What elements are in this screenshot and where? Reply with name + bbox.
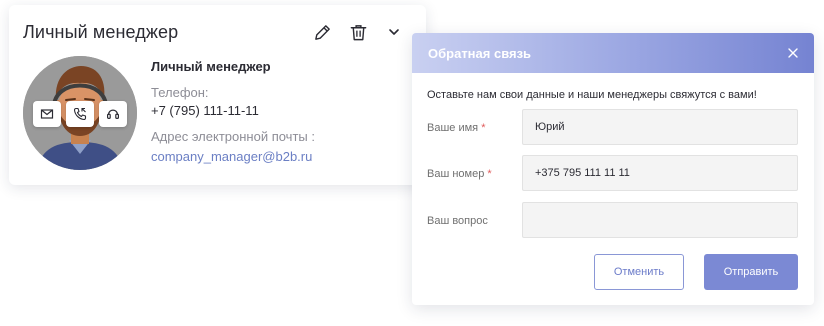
collapse-button[interactable] bbox=[383, 21, 405, 43]
question-input[interactable] bbox=[522, 202, 798, 238]
manager-card-title: Личный менеджер bbox=[23, 22, 179, 42]
name-label-text: Ваше имя bbox=[427, 122, 479, 134]
delete-button[interactable] bbox=[347, 21, 369, 43]
close-icon bbox=[788, 48, 798, 58]
submit-button[interactable]: Отправить bbox=[704, 254, 798, 290]
question-field-label: Ваш вопрос bbox=[427, 215, 488, 227]
mail-icon bbox=[40, 109, 54, 119]
feedback-modal: Обратная связь Оставьте нам свои данные … bbox=[412, 33, 814, 305]
email-link[interactable]: company_manager@b2b.ru bbox=[151, 149, 312, 164]
question-label-text: Ваш вопрос bbox=[427, 215, 488, 227]
feedback-intro-text: Оставьте нам свои данные и наши менеджер… bbox=[427, 89, 757, 101]
headset-icon bbox=[107, 109, 120, 119]
close-button[interactable] bbox=[784, 44, 802, 62]
edit-button[interactable] bbox=[311, 21, 333, 43]
feedback-modal-title: Обратная связь bbox=[428, 46, 532, 61]
page-root: Личный менеджер Личный менеджер Телефон:… bbox=[0, 0, 824, 326]
name-required-mark: * bbox=[481, 122, 486, 134]
call-contact-button[interactable] bbox=[66, 101, 94, 127]
manager-card: Личный менеджер Личный менеджер Телефон:… bbox=[9, 5, 426, 185]
phone-input[interactable] bbox=[522, 155, 798, 191]
chevron-down-icon bbox=[389, 29, 399, 35]
phone-label-text: Ваш номер bbox=[427, 168, 485, 180]
phone-value: +7 (795) 111-11-11 bbox=[151, 103, 259, 118]
pencil-icon bbox=[314, 24, 330, 40]
manager-name-heading: Личный менеджер bbox=[151, 59, 271, 74]
phone-field-label: Ваш номер * bbox=[427, 168, 492, 180]
feedback-modal-header: Обратная связь bbox=[412, 33, 814, 73]
trash-icon bbox=[350, 24, 366, 40]
name-input[interactable] bbox=[522, 109, 798, 145]
email-label: Адрес электронной почты : bbox=[151, 129, 315, 144]
email-contact-button[interactable] bbox=[33, 101, 61, 127]
cancel-button[interactable]: Отменить bbox=[594, 254, 684, 290]
support-contact-button[interactable] bbox=[99, 101, 127, 127]
phone-icon bbox=[73, 107, 87, 121]
name-field-label: Ваше имя * bbox=[427, 122, 485, 134]
phone-required-mark: * bbox=[487, 168, 492, 180]
phone-label: Телефон: bbox=[151, 85, 209, 100]
